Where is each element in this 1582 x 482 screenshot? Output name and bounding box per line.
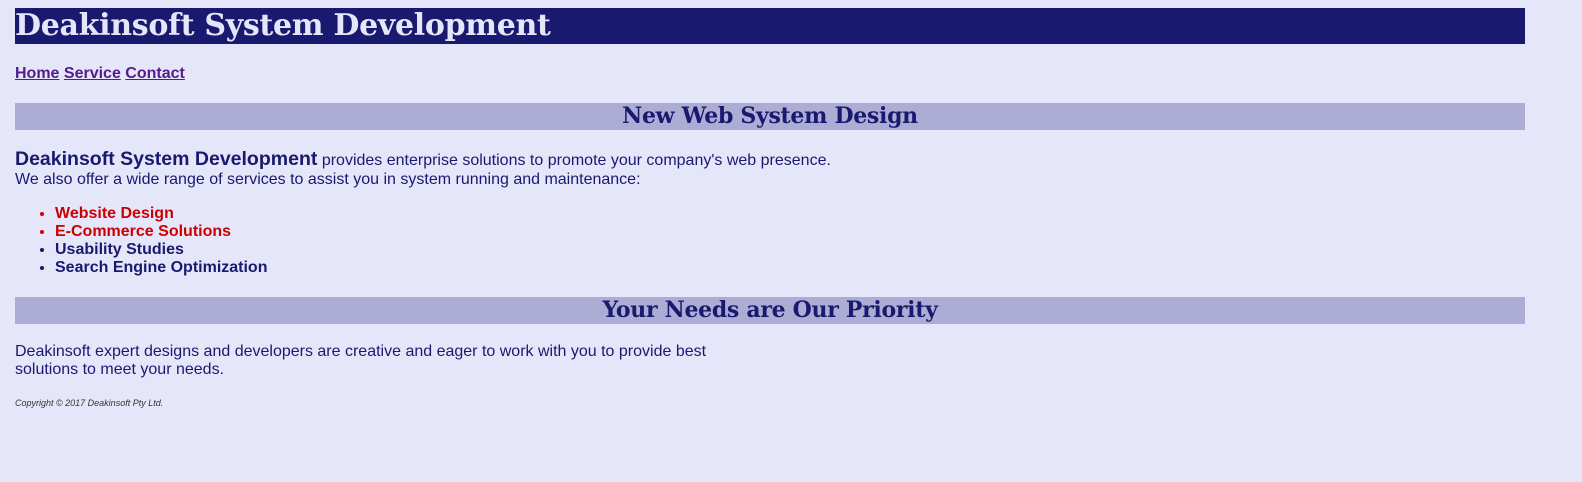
intro-line2-text: We also offer a wide range of services t… <box>15 171 641 188</box>
nav-link-contact[interactable]: Contact <box>125 65 185 82</box>
service-item-ecommerce-solutions: E-Commerce Solutions <box>55 223 267 241</box>
service-item-seo: Search Engine Optimization <box>55 259 267 277</box>
intro-company-name: Deakinsoft System Development <box>15 148 318 170</box>
main-nav: Home Service Contact <box>15 65 185 83</box>
nav-link-service[interactable]: Service <box>64 65 121 82</box>
copyright-text: Copyright © 2017 Deakinsoft Pty Ltd. <box>15 398 164 408</box>
needs-paragraph: Deakinsoft expert designs and developers… <box>15 343 707 378</box>
nav-link-home[interactable]: Home <box>15 65 59 82</box>
site-title: Deakinsoft System Development <box>15 8 1525 44</box>
section-heading-your-needs: Your Needs are Our Priority <box>15 297 1525 324</box>
service-item-website-design: Website Design <box>55 205 267 223</box>
intro-paragraph: Deakinsoft System Development provides e… <box>15 148 831 189</box>
services-list: Website Design E-Commerce Solutions Usab… <box>15 205 267 277</box>
section-heading-new-web-system-design: New Web System Design <box>15 103 1525 130</box>
intro-line1-text: provides enterprise solutions to promote… <box>321 152 831 169</box>
service-item-usability-studies: Usability Studies <box>55 241 267 259</box>
